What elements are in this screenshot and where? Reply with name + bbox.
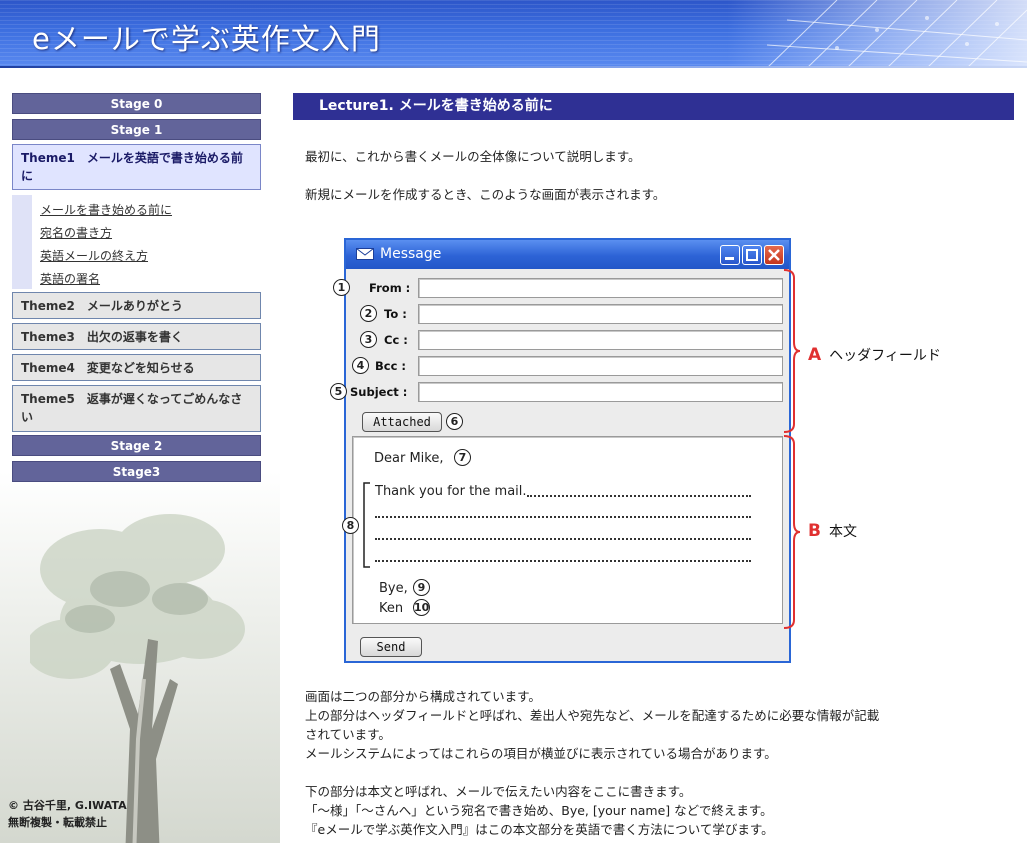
cc-field[interactable] <box>418 330 783 350</box>
minimize-icon[interactable] <box>720 245 740 265</box>
cc-label: Cc : <box>384 333 408 347</box>
dotted-line-4 <box>375 560 751 562</box>
field-number-4: 4 <box>352 357 369 374</box>
body-greeting: Dear Mike, <box>374 451 444 466</box>
sidebar: Stage 0 Stage 1 Theme1 メールを英語で書き始める前に メー… <box>0 69 280 843</box>
site-title: eメールで学ぶ英作文入門 <box>32 22 381 56</box>
header-divider <box>0 66 1027 68</box>
dotted-line-3 <box>375 538 751 540</box>
theme1-subnav: メールを書き始める前に 宛名の書き方 英語メールの終え方 英語の署名 <box>12 195 261 289</box>
nav-stage-0[interactable]: Stage 0 <box>12 93 261 114</box>
body-text-line: Thank you for the mail. <box>375 484 527 499</box>
message-window-title: Message <box>380 246 442 262</box>
maximize-icon[interactable] <box>742 245 762 265</box>
copyright-line-2: 無断複製・転載禁止 <box>8 816 107 829</box>
body-number-10: 10 <box>413 599 430 616</box>
explain-line-6: 「～様」「～さんへ」という宛名で書き始め、Bye, [your name] など… <box>305 803 773 818</box>
body-number-9: 9 <box>413 579 430 596</box>
copyright: © 古谷千里, G.IWATA 無断複製・転載禁止 <box>8 797 127 831</box>
explain-line-1: 画面は二つの部分から構成されています。 <box>305 689 541 704</box>
send-button[interactable]: Send <box>360 637 422 657</box>
subnav-link-closing[interactable]: 英語メールの終え方 <box>40 247 148 264</box>
dotted-line-1 <box>527 495 751 497</box>
nav-theme-4[interactable]: Theme4 変更などを知らせる <box>12 354 261 381</box>
explain-line-3: されています。 <box>305 727 391 742</box>
lecture-title: Lecture1. メールを書き始める前に <box>293 93 1014 120</box>
from-field[interactable] <box>418 278 783 298</box>
subnav-link-signature[interactable]: 英語の署名 <box>40 270 100 287</box>
nav-stage-3[interactable]: Stage3 <box>12 461 261 482</box>
message-window: Message 1 From : 2 To : 3 Cc : 4 Bcc : 5… <box>330 238 791 663</box>
field-number-5: 5 <box>330 383 347 400</box>
envelope-icon <box>356 248 374 260</box>
intro-paragraph-1: 最初に、これから書くメールの全体像について説明します。 <box>305 149 641 164</box>
field-number-1: 1 <box>333 279 350 296</box>
explain-line-4: メールシステムによってはこれらの項目が横並びに表示されている場合があります。 <box>305 746 777 761</box>
nav-stage-1[interactable]: Stage 1 <box>12 119 261 140</box>
from-label: From : <box>369 281 411 295</box>
to-label: To : <box>384 307 407 321</box>
site-header: eメールで学ぶ英作文入門 <box>0 0 1027 68</box>
header-brace <box>783 269 801 433</box>
field-number-2: 2 <box>360 305 377 322</box>
body-bracket <box>363 482 370 568</box>
to-field[interactable] <box>418 304 783 324</box>
nav-stage-2[interactable]: Stage 2 <box>12 435 261 456</box>
explain-line-5: 下の部分は本文と呼ばれ、メールで伝えたい内容をここに書きます。 <box>305 784 692 799</box>
annotation-b-text: 本文 <box>828 524 857 540</box>
nav-theme-1[interactable]: Theme1 メールを英語で書き始める前に <box>12 144 261 190</box>
bcc-field[interactable] <box>418 356 783 376</box>
subject-field[interactable] <box>418 382 783 402</box>
body-number-7: 7 <box>454 449 471 466</box>
nav-theme-3[interactable]: Theme3 出欠の返事を書く <box>12 323 261 350</box>
subnav-indent-bar <box>12 195 32 289</box>
subject-label: Subject : <box>350 385 408 399</box>
explain-line-7: 『eメールで学ぶ英作文入門』はこの本文部分を英語で書く方法について学びます。 <box>305 822 774 837</box>
subnav-link-before-writing[interactable]: メールを書き始める前に <box>40 201 172 218</box>
annotation-b-letter: B <box>808 521 821 541</box>
tree-illustration <box>30 514 245 843</box>
explain-line-2: 上の部分はヘッダフィールドと呼ばれ、差出人や宛先など、メールを配達するために必要… <box>305 708 880 723</box>
body-brace <box>783 435 801 629</box>
body-signature: Ken <box>379 601 404 616</box>
annotation-a-text: ヘッダフィールド <box>829 348 941 364</box>
close-icon[interactable] <box>764 245 784 265</box>
message-titlebar: Message <box>346 240 789 269</box>
field-number-6: 6 <box>446 413 463 430</box>
annotation-b: B 本文 <box>808 521 857 541</box>
header-decoration <box>727 0 1027 68</box>
intro-paragraph-2: 新規にメールを作成するとき、このような画面が表示されます。 <box>305 187 666 202</box>
nav-theme-2[interactable]: Theme2 メールありがとう <box>12 292 261 319</box>
message-body[interactable]: Dear Mike, 7 8 Thank you for the mail. B… <box>342 436 783 624</box>
body-closing: Bye, <box>379 581 408 596</box>
dotted-line-2 <box>375 516 751 518</box>
attached-button[interactable]: Attached <box>362 412 442 432</box>
body-number-8: 8 <box>342 517 359 534</box>
copyright-line-1: © 古谷千里, G.IWATA <box>8 799 127 812</box>
subnav-link-addressing[interactable]: 宛名の書き方 <box>40 224 112 241</box>
field-number-3: 3 <box>360 331 377 348</box>
bcc-label: Bcc : <box>375 359 407 373</box>
annotation-a-letter: A <box>808 345 822 365</box>
annotation-a: A ヘッダフィールド <box>808 345 941 365</box>
nav-theme-5[interactable]: Theme5 返事が遅くなってごめんなさい <box>12 385 261 432</box>
